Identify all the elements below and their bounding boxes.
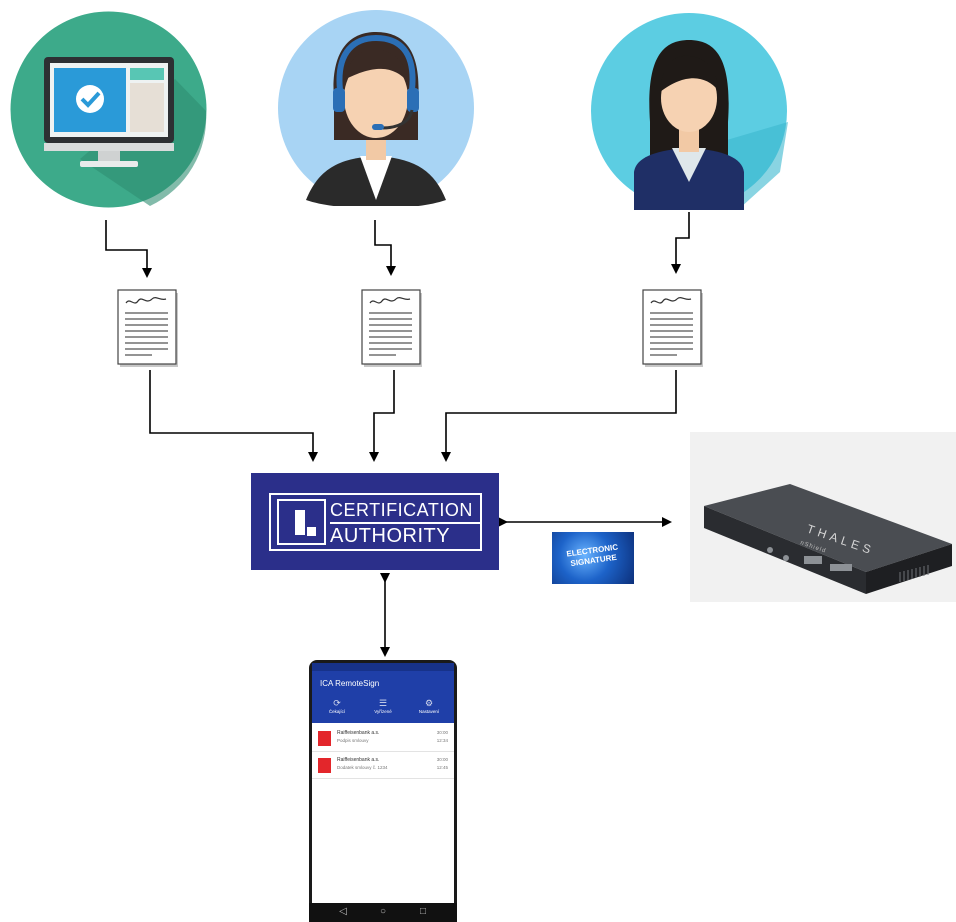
- person-icon: [591, 13, 788, 210]
- ca-title-line1: CERTIFICATION: [330, 498, 480, 524]
- operator-icon: [278, 10, 474, 206]
- arrow-document2-to-ca: [369, 370, 395, 462]
- back-icon[interactable]: ◁: [335, 905, 351, 919]
- bank-logo-icon: [318, 731, 331, 746]
- document-icon: [117, 289, 178, 367]
- document-icon: [642, 289, 703, 367]
- mobile-phone: ICA RemoteSign ⟳ Čekající ☰ Vyřízené ⚙ N…: [309, 660, 457, 922]
- ca-title-line2: AUTHORITY: [330, 525, 451, 547]
- app-title: ICA RemoteSign: [320, 679, 380, 688]
- tab-settings[interactable]: ⚙ Nastavení: [406, 697, 452, 714]
- recents-icon[interactable]: □: [415, 905, 431, 919]
- gear-icon: ⚙: [424, 698, 434, 708]
- home-icon[interactable]: ○: [375, 905, 391, 919]
- arrow-operator-to-document: [374, 220, 396, 276]
- bank-logo-icon: [318, 758, 331, 773]
- ca-i-icon: [277, 499, 326, 545]
- hsm-device-image: THALES nShield: [690, 432, 956, 602]
- document-icon: [361, 289, 422, 367]
- tab-pending[interactable]: ⟳ Čekající: [314, 697, 360, 714]
- app-bar: ICA RemoteSign ⟳ Čekající ☰ Vyřízené ⚙ N…: [312, 663, 454, 723]
- computer-icon: [10, 11, 207, 208]
- phone-screen: ICA RemoteSign ⟳ Čekající ☰ Vyřízené ⚙ N…: [312, 663, 454, 903]
- list-icon: ☰: [378, 698, 388, 708]
- status-bar: [312, 663, 454, 671]
- certification-authority-logo: CERTIFICATION AUTHORITY: [251, 473, 499, 570]
- arrow-document1-to-ca: [149, 370, 318, 462]
- list-item[interactable]: Raiffeisenbank a.s. Dodatek smlouvy č. 1…: [312, 752, 454, 779]
- electronic-signature-badge: ELECTRONIC SIGNATURE: [552, 532, 634, 584]
- pending-icon: ⟳: [333, 698, 341, 708]
- arrow-computer-to-document: [105, 220, 152, 278]
- system-nav-bar: ◁ ○ □: [309, 903, 457, 922]
- arrow-person-to-document: [671, 212, 690, 274]
- tab-completed[interactable]: ☰ Vyřízené: [360, 697, 406, 714]
- arrow-document3-to-ca: [441, 370, 677, 462]
- list-item[interactable]: Raiffeisenbank a.s. Podpis smlouvy 30:00…: [312, 725, 454, 752]
